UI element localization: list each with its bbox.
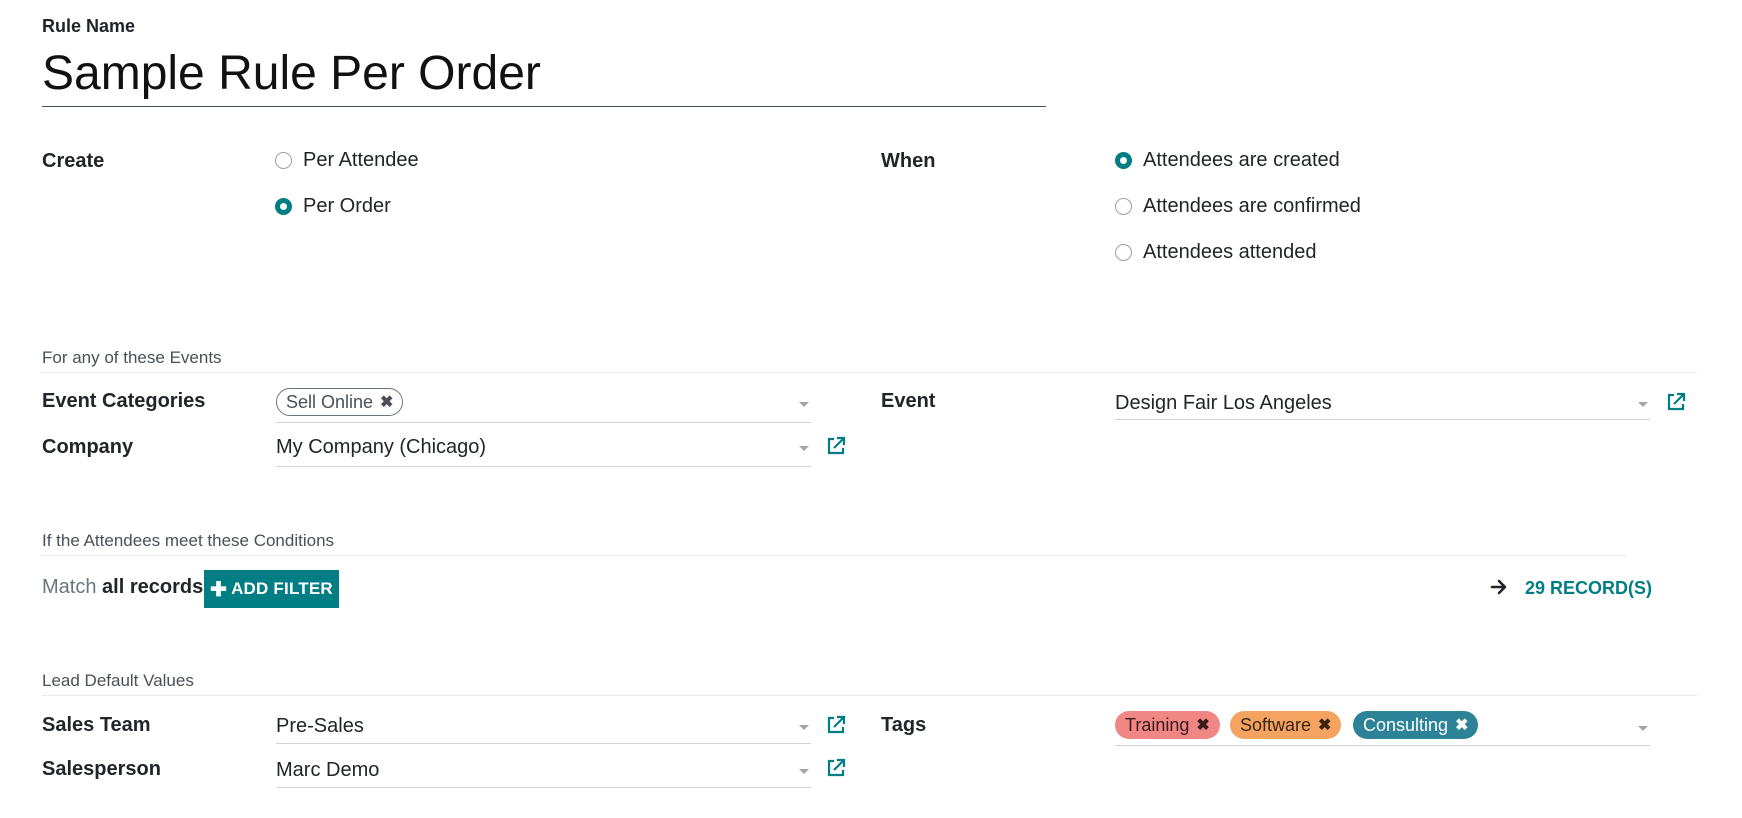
- tag-label: Consulting: [1363, 714, 1449, 735]
- create-label: Create: [42, 150, 105, 172]
- conditions-section-title: If the Attendees meet these Conditions: [42, 531, 335, 550]
- salesperson-value: Marc Demo: [276, 759, 380, 781]
- sales-team-value: Pre-Sales: [276, 715, 364, 737]
- dropdown-caret-icon[interactable]: [799, 402, 809, 407]
- event-categories-label: Event Categories: [42, 390, 206, 412]
- add-filter-button[interactable]: ✚ ADD FILTER: [204, 570, 339, 608]
- company-label: Company: [42, 436, 134, 458]
- radio-per-attendee[interactable]: Per Attendee: [275, 149, 419, 172]
- company-field[interactable]: My Company (Chicago): [276, 430, 811, 467]
- sales-team-label: Sales Team: [42, 714, 151, 736]
- add-filter-label: ADD FILTER: [231, 579, 333, 598]
- rule-name-value: Sample Rule Per Order: [42, 47, 541, 100]
- radio-circle-selected: [275, 198, 292, 215]
- lead-section-title: Lead Default Values: [42, 671, 194, 690]
- radio-circle: [1115, 198, 1132, 215]
- dropdown-caret-icon[interactable]: [799, 725, 809, 730]
- radio-attendees-confirmed[interactable]: Attendees are confirmed: [1115, 195, 1361, 218]
- remove-tag-icon[interactable]: ✖: [1318, 715, 1331, 735]
- radio-attendees-attended[interactable]: Attendees attended: [1115, 241, 1316, 264]
- section-divider: [42, 372, 1697, 373]
- tags-field[interactable]: Training ✖ Software ✖ Consulting ✖: [1115, 707, 1650, 746]
- tag-training: Training ✖: [1115, 711, 1220, 739]
- event-categories-field[interactable]: Sell Online ✖: [276, 386, 811, 423]
- remove-tag-icon[interactable]: ✖: [1455, 715, 1468, 735]
- tag-software: Software ✖: [1230, 711, 1342, 739]
- events-section-title: For any of these Events: [42, 348, 222, 367]
- external-link-icon[interactable]: [825, 714, 847, 736]
- remove-tag-icon[interactable]: ✖: [1196, 715, 1209, 735]
- salesperson-label: Salesperson: [42, 758, 161, 780]
- plus-icon: ✚: [210, 578, 228, 601]
- dropdown-caret-icon[interactable]: [799, 446, 809, 451]
- when-label: When: [881, 150, 936, 172]
- event-field[interactable]: Design Fair Los Angeles: [1115, 386, 1650, 420]
- section-divider: [42, 555, 1627, 556]
- sales-team-field[interactable]: Pre-Sales: [276, 709, 811, 744]
- radio-per-order[interactable]: Per Order: [275, 195, 391, 218]
- dropdown-caret-icon[interactable]: [1638, 402, 1648, 407]
- radio-circle-selected: [1115, 152, 1132, 169]
- salesperson-field[interactable]: Marc Demo: [276, 753, 811, 788]
- external-link-icon[interactable]: [825, 757, 847, 779]
- radio-attendees-created[interactable]: Attendees are created: [1115, 149, 1340, 172]
- tag-sell-online: Sell Online ✖: [276, 388, 404, 416]
- tags-label: Tags: [881, 714, 927, 736]
- radio-label: Per Order: [303, 195, 391, 217]
- match-value[interactable]: all records: [102, 576, 203, 598]
- tag-label: Training: [1125, 714, 1190, 735]
- radio-circle: [275, 152, 292, 169]
- external-link-icon[interactable]: [1665, 391, 1687, 413]
- radio-label: Per Attendee: [303, 149, 419, 171]
- company-value: My Company (Chicago): [276, 436, 487, 458]
- radio-circle: [1115, 244, 1132, 261]
- match-prefix: Match: [42, 576, 97, 598]
- radio-label: Attendees are confirmed: [1143, 195, 1361, 217]
- event-label: Event: [881, 390, 936, 412]
- tag-label: Sell Online: [286, 391, 374, 412]
- arrow-right-icon[interactable]: [1490, 578, 1508, 596]
- dropdown-caret-icon[interactable]: [1638, 726, 1648, 731]
- external-link-icon[interactable]: [825, 435, 847, 457]
- event-value: Design Fair Los Angeles: [1115, 392, 1332, 414]
- radio-label: Attendees attended: [1143, 241, 1317, 263]
- dropdown-caret-icon[interactable]: [799, 769, 809, 774]
- records-count-link[interactable]: 29 RECORD(S): [1525, 578, 1652, 599]
- remove-tag-icon[interactable]: ✖: [380, 392, 393, 412]
- tag-consulting: Consulting ✖: [1353, 711, 1479, 739]
- section-divider: [42, 695, 1697, 696]
- match-text: Match all records: [42, 576, 203, 599]
- tag-label: Software: [1240, 714, 1312, 735]
- rule-name-label: Rule Name: [42, 16, 136, 36]
- rule-name-input[interactable]: Sample Rule Per Order: [42, 44, 1046, 107]
- radio-label: Attendees are created: [1143, 149, 1340, 171]
